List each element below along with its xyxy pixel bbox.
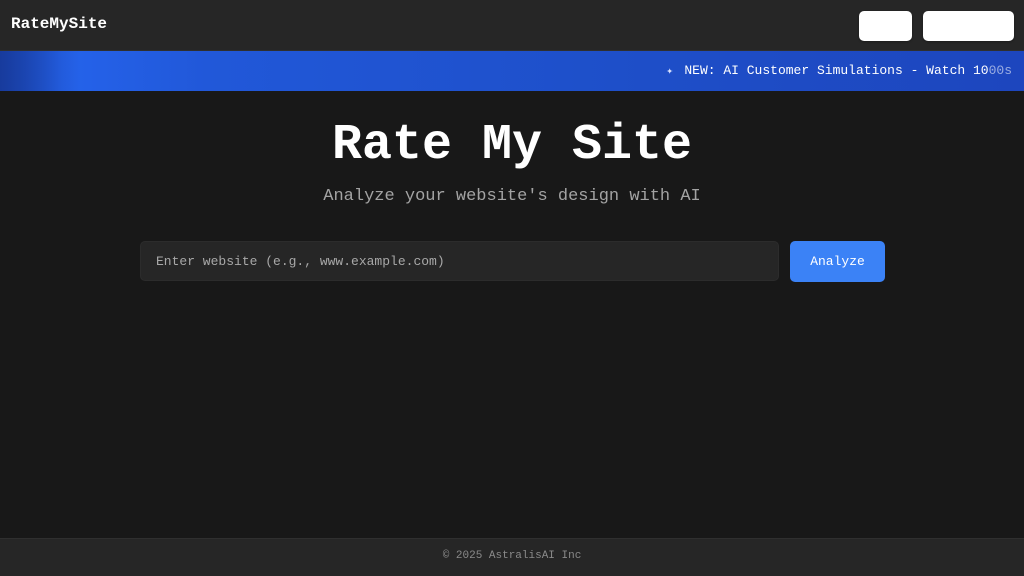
footer: © 2025 AstralisAI Inc [0,538,1024,576]
brand-logo[interactable]: RateMySite [11,15,107,33]
nav-button-secondary[interactable] [923,11,1014,41]
nav-button-primary[interactable] [859,11,912,41]
announcement-content: ✦ NEW: AI Customer Simulations - Watch 1… [666,63,1012,78]
footer-copyright: © 2025 AstralisAI Inc [442,550,582,562]
announcement-text: NEW: AI Customer Simulations - Watch 100… [684,63,1012,78]
website-url-input[interactable] [140,241,779,281]
top-navbar: RateMySite [0,0,1024,51]
page-subtitle: Analyze your website's design with AI [323,187,701,206]
page-title: Rate My Site [331,117,693,174]
sparkle-icon: ✦ [666,65,673,78]
announcement-text-fade: 00s [988,63,1012,78]
analyze-button[interactable]: Analyze [790,241,885,282]
page: RateMySite ✦ NEW: AI Customer Simulation… [0,0,1024,576]
announcement-banner[interactable]: ✦ NEW: AI Customer Simulations - Watch 1… [0,51,1024,91]
announcement-text-main: NEW: AI Customer Simulations - Watch 10 [684,63,989,78]
